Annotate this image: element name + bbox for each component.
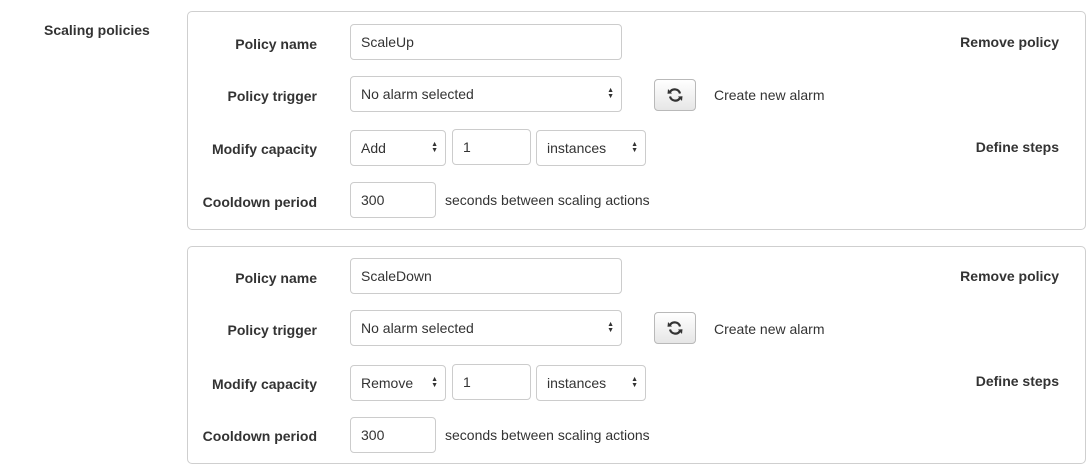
scaling-policies-label: Scaling policies <box>44 22 150 38</box>
create-new-alarm-link[interactable]: Create new alarm <box>714 321 825 337</box>
updown-arrows-icon: ▲ ▼ <box>607 321 614 334</box>
define-steps-link[interactable]: Define steps <box>976 373 1059 389</box>
policy-trigger-select[interactable]: No alarm selected ▲ ▼ <box>350 310 622 346</box>
capacity-amount-input[interactable]: 1 <box>452 129 531 165</box>
updown-arrows-icon: ▲ ▼ <box>607 87 614 100</box>
refresh-alarms-button[interactable] <box>654 312 696 344</box>
policy-name-input[interactable]: ScaleUp <box>350 24 622 60</box>
create-new-alarm-link[interactable]: Create new alarm <box>714 87 825 103</box>
updown-arrows-icon: ▲ ▼ <box>431 141 438 154</box>
capacity-action-value: Add <box>361 140 386 156</box>
updown-arrows-icon: ▲ ▼ <box>431 376 438 389</box>
cooldown-period-label: Cooldown period <box>202 194 317 210</box>
policy-card-scaleup: Policy name ScaleUp Remove policy Policy… <box>187 11 1086 230</box>
policy-trigger-value: No alarm selected <box>361 86 474 102</box>
cooldown-suffix-text: seconds between scaling actions <box>445 427 650 443</box>
capacity-unit-value: instances <box>547 140 607 156</box>
refresh-icon <box>667 321 683 335</box>
refresh-alarms-button[interactable] <box>654 79 696 111</box>
policy-name-label: Policy name <box>235 270 317 286</box>
policy-trigger-label: Policy trigger <box>227 322 317 338</box>
policy-name-input[interactable]: ScaleDown <box>350 258 622 294</box>
capacity-unit-select[interactable]: instances ▲ ▼ <box>536 130 646 166</box>
capacity-amount-input[interactable]: 1 <box>452 364 531 400</box>
capacity-unit-value: instances <box>547 375 607 391</box>
policy-trigger-value: No alarm selected <box>361 320 474 336</box>
refresh-icon <box>667 88 683 102</box>
cooldown-suffix-text: seconds between scaling actions <box>445 192 650 208</box>
cooldown-period-label: Cooldown period <box>202 428 317 444</box>
remove-policy-link[interactable]: Remove policy <box>960 268 1059 284</box>
updown-arrows-icon: ▲ ▼ <box>631 141 638 154</box>
define-steps-link[interactable]: Define steps <box>976 139 1059 155</box>
capacity-unit-select[interactable]: instances ▲ ▼ <box>536 365 646 401</box>
capacity-action-value: Remove <box>361 375 414 391</box>
capacity-action-select[interactable]: Add ▲ ▼ <box>350 130 446 166</box>
policy-card-scaledown: Policy name ScaleDown Remove policy Poli… <box>187 246 1086 464</box>
updown-arrows-icon: ▲ ▼ <box>631 376 638 389</box>
modify-capacity-label: Modify capacity <box>211 141 317 157</box>
capacity-action-select[interactable]: Remove ▲ ▼ <box>350 365 446 401</box>
remove-policy-link[interactable]: Remove policy <box>960 34 1059 50</box>
policy-trigger-select[interactable]: No alarm selected ▲ ▼ <box>350 76 622 112</box>
cooldown-input[interactable]: 300 <box>350 182 436 218</box>
policy-trigger-label: Policy trigger <box>227 88 317 104</box>
cooldown-input[interactable]: 300 <box>350 417 436 453</box>
modify-capacity-label: Modify capacity <box>211 376 317 392</box>
policy-name-label: Policy name <box>235 36 317 52</box>
